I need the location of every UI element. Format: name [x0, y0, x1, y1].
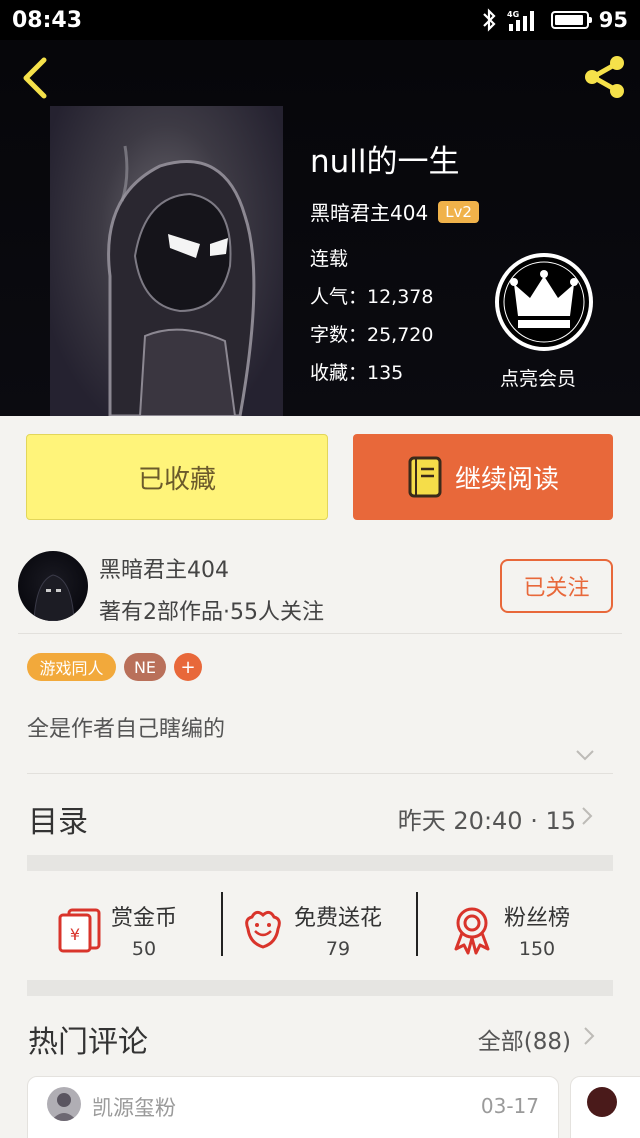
- reward-fans-value: 150: [518, 938, 556, 960]
- medal-icon: [454, 907, 490, 955]
- red-envelope-icon: ¥: [58, 908, 101, 953]
- avatar-image: [33, 574, 75, 621]
- all-comments-link[interactable]: 全部(88): [478, 1022, 571, 1056]
- reward-coin-value: 50: [131, 938, 157, 960]
- comment-card[interactable]: [570, 1076, 640, 1138]
- book-intro: 全是作者自己瞎编的: [27, 717, 226, 742]
- reward-flower-value: 79: [325, 938, 351, 960]
- continue-reading-label: 继续阅读: [454, 464, 559, 495]
- bluetooth-icon: [482, 8, 496, 32]
- commenter-avatar-image: [51, 1093, 77, 1121]
- book-title: null的一生: [310, 144, 460, 180]
- signal-icon: 4G: [507, 10, 534, 31]
- divider: [18, 633, 622, 634]
- word-count-stat: 字数：25,720: [310, 324, 434, 346]
- crown-icon[interactable]: [494, 252, 594, 352]
- reward-fans-rank[interactable]: 粉丝榜 150: [450, 880, 570, 980]
- commenter-avatar[interactable]: [47, 1087, 81, 1121]
- reward-coin[interactable]: ¥ 赏金币 50: [55, 880, 177, 980]
- header-author-name[interactable]: 黑暗君主404: [310, 197, 428, 226]
- serial-status: 连载: [310, 248, 349, 270]
- popularity-stat: 人气：12,378: [310, 286, 434, 308]
- chevron-right-icon[interactable]: [580, 806, 594, 826]
- commenter-name[interactable]: 凯源玺粉: [92, 1092, 176, 1122]
- flower-icon: [245, 910, 281, 949]
- status-bar: 08:43 4G 95: [0, 0, 640, 40]
- tag-game-fanfic[interactable]: 游戏同人: [27, 653, 116, 681]
- reward-fans-label: 粉丝榜: [504, 906, 571, 931]
- battery-icon: [550, 11, 592, 29]
- section-band: [27, 855, 613, 871]
- hot-comments-label: 热门评论: [28, 1025, 148, 1060]
- divider: [221, 892, 223, 956]
- reward-flower-label: 免费送花: [294, 906, 383, 931]
- tag-ne[interactable]: NE: [124, 653, 166, 681]
- comment-date: 03-17: [480, 1094, 539, 1118]
- vip-label[interactable]: 点亮会员: [500, 364, 576, 391]
- add-tag-button[interactable]: +: [174, 653, 202, 681]
- divider: [416, 892, 418, 956]
- book-header: null的一生 黑暗君主404 Lv2 连载 人气：12,378 字数：25,7…: [0, 40, 640, 416]
- toc-latest-update[interactable]: 昨天 20:40 · 15: [398, 801, 576, 836]
- chevron-down-icon[interactable]: [575, 748, 595, 762]
- author-avatar[interactable]: [18, 551, 88, 621]
- comment-card[interactable]: 凯源玺粉 03-17: [27, 1076, 559, 1138]
- toc-label[interactable]: 目录: [28, 797, 88, 841]
- book-cover[interactable]: [50, 106, 283, 416]
- back-arrow-icon[interactable]: [16, 56, 56, 100]
- follow-button[interactable]: 已关注: [500, 559, 613, 613]
- status-icons: 4G 95: [481, 8, 628, 32]
- book-icon: [408, 456, 442, 498]
- header-author-row: 黑暗君主404 Lv2: [310, 197, 479, 226]
- reward-coin-label: 赏金币: [111, 906, 178, 931]
- author-name[interactable]: 黑暗君主404: [99, 552, 229, 584]
- svg-text:¥: ¥: [70, 925, 80, 944]
- cover-illustration: [107, 145, 256, 416]
- svg-text:4G: 4G: [507, 10, 519, 19]
- status-time: 08:43: [12, 7, 83, 33]
- commenter-avatar[interactable]: [587, 1087, 617, 1117]
- battery-percent: 95: [598, 8, 628, 32]
- reward-flower[interactable]: 免费送花 79: [242, 880, 382, 980]
- favorited-button[interactable]: 已收藏: [26, 434, 328, 520]
- level-badge: Lv2: [438, 200, 479, 223]
- share-icon[interactable]: [580, 52, 630, 102]
- author-description: 著有2部作品·55人关注: [99, 600, 324, 625]
- chevron-right-icon[interactable]: [582, 1026, 596, 1046]
- favorites-stat: 收藏：135: [310, 362, 404, 384]
- continue-reading-button[interactable]: 继续阅读: [353, 434, 613, 520]
- section-band: [27, 980, 613, 996]
- divider: [27, 773, 613, 774]
